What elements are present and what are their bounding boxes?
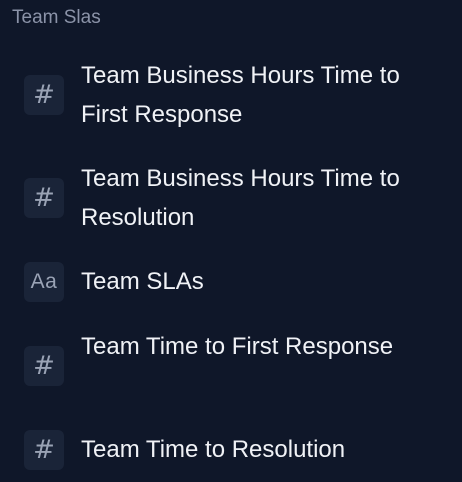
- text-type-icon: Aa: [24, 262, 64, 302]
- field-item-label: Team Business Hours Time to First Respon…: [81, 62, 400, 128]
- field-item-label: Team Time to Resolution: [81, 436, 346, 463]
- hash-icon: #: [24, 75, 64, 115]
- hash-icon: #: [24, 430, 64, 470]
- field-list-panel: Team Slas # Team Business Hours Time to …: [0, 0, 462, 482]
- field-item-label: Team Business Hours Time to Resolution: [81, 165, 400, 231]
- field-item-team-business-hours-time-to-resolution[interactable]: # Team Business Hours Time to Resolution: [0, 159, 462, 239]
- hash-icon: #: [24, 346, 64, 386]
- field-item-label: Team Time to First Response: [81, 333, 394, 360]
- field-item-team-time-to-first-response[interactable]: # Team Time to First Response: [0, 327, 462, 407]
- hash-icon: #: [24, 178, 64, 218]
- field-item-label: Team SLAs: [81, 268, 204, 295]
- field-item-team-time-to-resolution[interactable]: # Team Time to Resolution: [0, 430, 462, 470]
- field-item-team-business-hours-time-to-first-response[interactable]: # Team Business Hours Time to First Resp…: [0, 56, 462, 136]
- group-header: Team Slas: [12, 7, 101, 28]
- field-item-team-slas[interactable]: Aa Team SLAs: [0, 262, 462, 302]
